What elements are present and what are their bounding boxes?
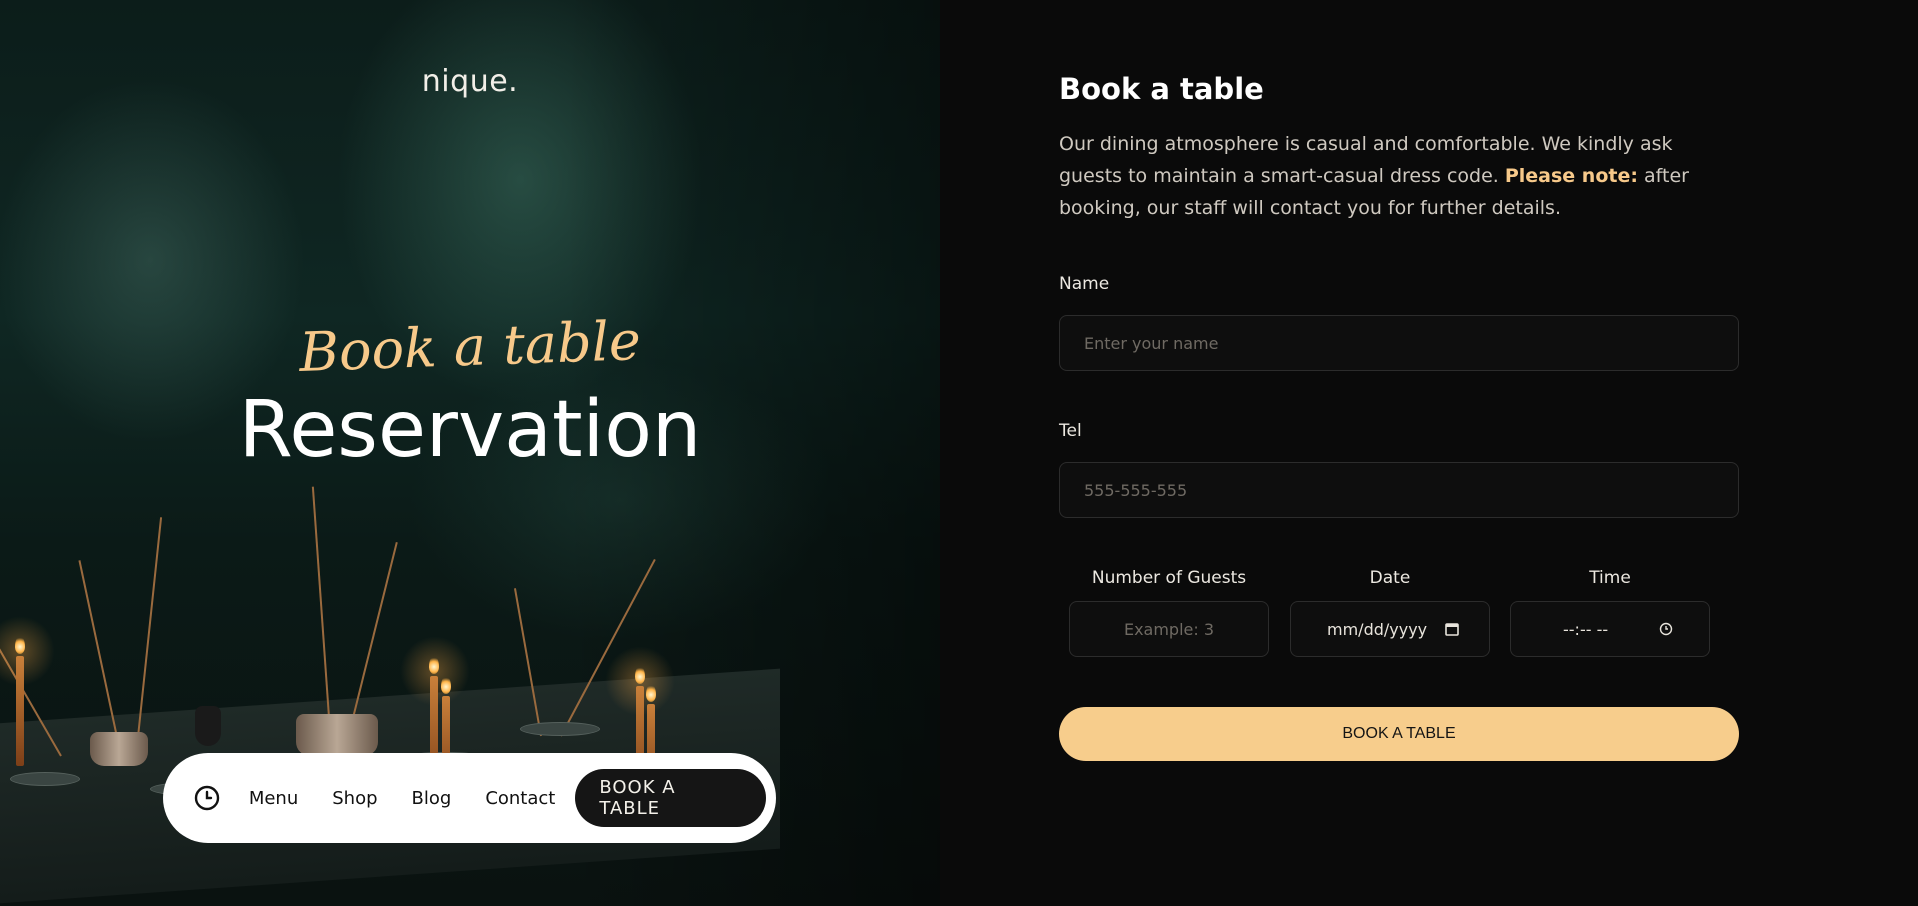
tel-label: Tel [1059,421,1082,441]
name-input[interactable]: Enter your name [1059,315,1739,371]
guests-placeholder: Example: 3 [1123,619,1215,639]
clock-icon[interactable] [193,784,221,812]
time-label: Time [1589,568,1631,588]
bottom-nav: Menu Shop Blog Contact BOOK A TABLE [163,753,776,843]
guests-label: Number of Guests [1091,568,1247,588]
nav-book-table-button[interactable]: BOOK A TABLE [575,769,766,827]
name-label: Name [1059,274,1110,294]
date-value: mm/dd/yyyy [1327,619,1428,639]
reservation-form-panel: Book a table Our dining atmosphere is ca… [940,0,1918,906]
brand-logo[interactable]: nique. [0,64,940,99]
guests-input[interactable]: Example: 3 [1069,601,1269,657]
name-placeholder: Enter your name [1084,333,1219,353]
nav-link-shop[interactable]: Shop [332,788,377,809]
time-value: --:-- -- [1563,619,1609,639]
time-input[interactable]: --:-- -- [1510,601,1710,657]
hero-script-title: Book a table [298,309,642,384]
tel-input[interactable]: 555-555-555 [1059,462,1739,518]
page: nique. Book a table Reservation Menu Sho… [0,0,1918,906]
nav-link-blog[interactable]: Blog [412,788,452,809]
form-intro: Our dining atmosphere is casual and comf… [1059,128,1739,224]
tel-placeholder: 555-555-555 [1084,480,1188,500]
date-input[interactable]: mm/dd/yyyy [1290,601,1490,657]
nav-link-contact[interactable]: Contact [485,788,555,809]
hero-section: nique. Book a table Reservation Menu Sho… [0,0,940,906]
clock-icon[interactable] [1659,622,1673,636]
form-title: Book a table [1059,72,1264,106]
calendar-icon[interactable] [1445,622,1459,636]
date-label: Date [1369,568,1411,588]
intro-note: Please note: [1504,165,1638,187]
nav-link-menu[interactable]: Menu [249,788,298,809]
hero-title: Reservation [238,385,702,475]
book-table-submit-button[interactable]: BOOK A TABLE [1059,707,1739,761]
